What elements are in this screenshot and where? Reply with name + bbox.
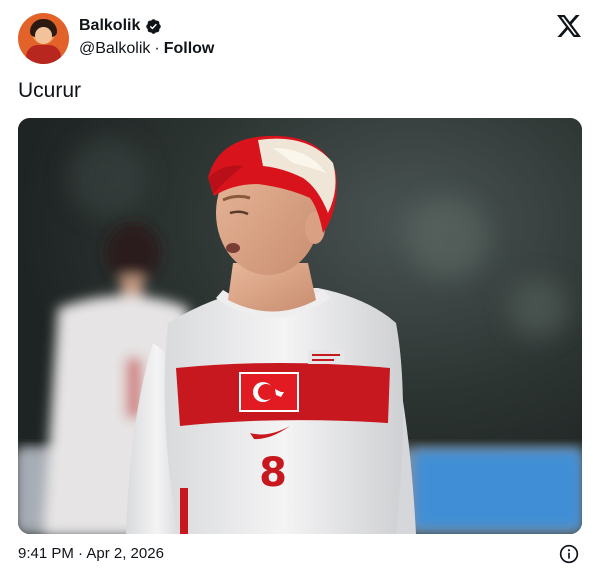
follow-button[interactable]: Follow — [164, 40, 215, 58]
author-handle[interactable]: @Balkolik — [79, 40, 150, 58]
separator-dot: · — [154, 40, 160, 57]
shirt-number: 8 — [259, 450, 287, 496]
football-player-photo: 8 — [18, 118, 582, 534]
avatar-shirt — [26, 45, 61, 64]
verified-badge-icon — [146, 18, 162, 34]
tweet-media-photo[interactable]: 8 — [18, 118, 582, 534]
avatar[interactable] — [18, 13, 69, 64]
author-handle-row: @Balkolik · Follow — [79, 40, 214, 58]
author-display-name[interactable]: Balkolik — [79, 17, 140, 35]
author-name-row: Balkolik — [79, 17, 162, 35]
tweet-timestamp[interactable]: 9:41 PM · Apr 2, 2026 — [18, 545, 164, 562]
info-icon[interactable] — [559, 544, 579, 564]
avatar-face — [35, 27, 52, 44]
x-logo-icon[interactable] — [557, 15, 581, 37]
tweet-text: Ucurur — [18, 79, 82, 102]
